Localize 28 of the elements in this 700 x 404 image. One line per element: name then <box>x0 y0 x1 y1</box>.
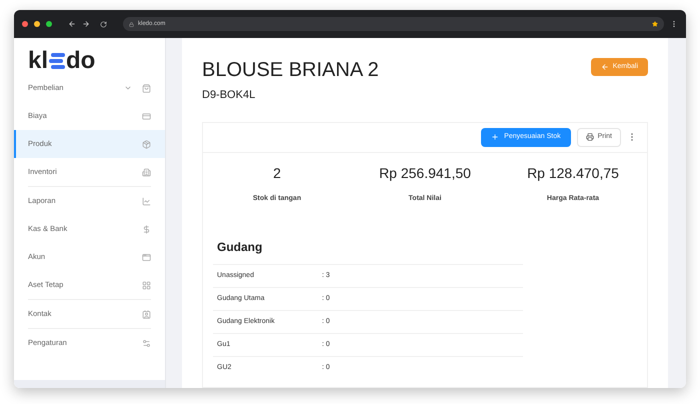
window-icon <box>142 252 151 262</box>
box-icon <box>142 140 151 148</box>
logo-text: do <box>66 49 96 73</box>
logo-stripes-icon <box>49 52 66 70</box>
product-title: BLOUSE BRIANA 2 <box>202 58 379 83</box>
bookmark-star-icon[interactable] <box>652 21 658 27</box>
grid-icon <box>142 280 151 290</box>
back-icon[interactable] <box>68 20 76 28</box>
warehouse-heading: Gudang <box>216 239 264 256</box>
chevron-down-icon <box>124 84 132 92</box>
card-icon <box>142 112 151 120</box>
lock-icon <box>129 22 134 26</box>
reload-icon[interactable] <box>100 20 107 28</box>
bag-icon <box>142 84 151 92</box>
arrow-left-icon <box>600 63 609 71</box>
product-code: D9-BOK4L <box>202 88 256 103</box>
forward-icon[interactable] <box>82 20 90 28</box>
dollar-icon <box>142 224 151 234</box>
stat-value: Rp 128.470,75 <box>527 164 619 183</box>
chart-icon <box>142 196 151 206</box>
building-icon <box>142 168 151 176</box>
contact-card-icon <box>142 310 151 318</box>
settings-icon <box>142 338 151 348</box>
logo-text: kl <box>28 49 48 73</box>
stat-value: 2 <box>273 164 281 182</box>
plus-icon <box>491 133 500 141</box>
printer-icon <box>586 133 594 141</box>
stat-value: Rp 256.941,50 <box>379 164 471 183</box>
